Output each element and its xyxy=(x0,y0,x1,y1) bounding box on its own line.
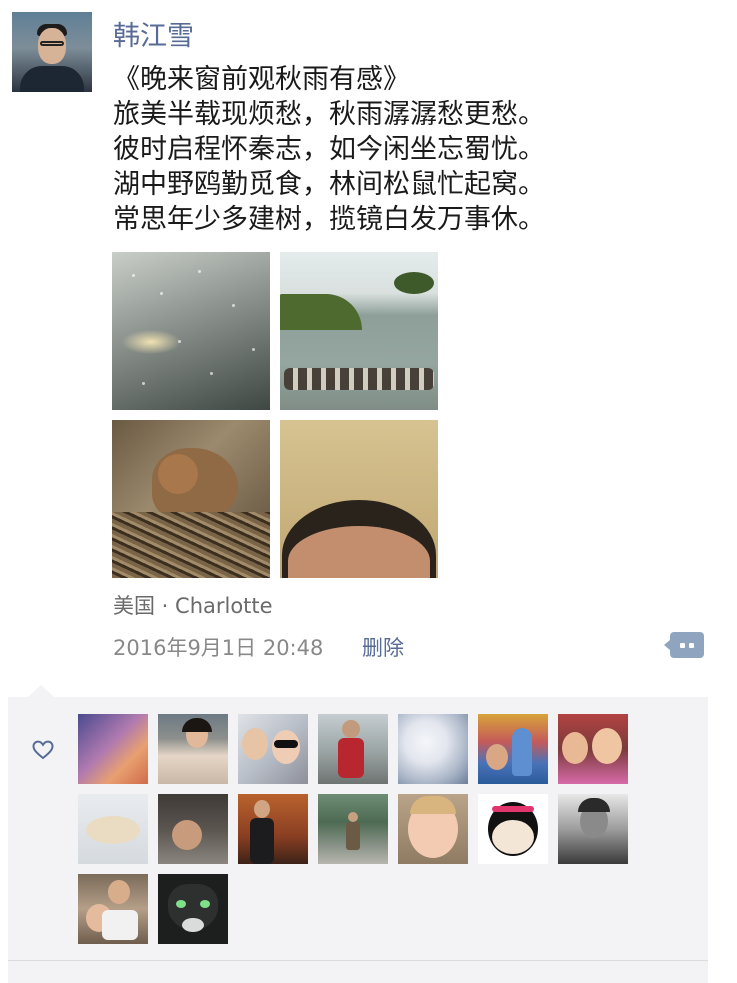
liker-avatar[interactable] xyxy=(478,794,548,864)
poem-line: 湖中野鸥勤觅食，林间松鼠忙起窝。 xyxy=(113,169,545,200)
comment-dots-icon xyxy=(680,643,685,648)
liker-avatar[interactable] xyxy=(238,794,308,864)
liker-avatar[interactable] xyxy=(158,794,228,864)
liker-avatar[interactable] xyxy=(238,714,308,784)
liker-avatar[interactable] xyxy=(158,874,228,944)
poem-line: 彼时启程怀秦志，如今闲坐忘蜀忧。 xyxy=(113,134,545,165)
poster-name[interactable]: 韩江雪 xyxy=(113,14,194,53)
liker-avatar[interactable] xyxy=(78,794,148,864)
liker-avatar[interactable] xyxy=(318,794,388,864)
photo-rainy-window[interactable] xyxy=(112,252,270,410)
poster-avatar[interactable] xyxy=(12,12,92,92)
heart-outline-icon xyxy=(32,740,54,764)
liker-avatar[interactable] xyxy=(318,714,388,784)
liker-avatar[interactable] xyxy=(78,874,148,944)
liker-avatar[interactable] xyxy=(398,794,468,864)
poem-line: 旅美半载现烦愁，秋雨潺潺愁更愁。 xyxy=(113,99,545,130)
post-location[interactable]: 美国 · Charlotte xyxy=(113,590,273,620)
comment-button[interactable] xyxy=(664,632,704,658)
poem-title: 《晚来窗前观秋雨有感》 xyxy=(113,64,410,95)
likes-panel-divider xyxy=(8,960,708,961)
photo-squirrel[interactable] xyxy=(112,420,270,578)
liker-avatar[interactable] xyxy=(558,714,628,784)
liker-avatar[interactable] xyxy=(478,714,548,784)
poem-line: 常思年少多建树，揽镜白发万事休。 xyxy=(113,204,545,235)
post-text: 《晚来窗前观秋雨有感》 旅美半载现烦愁，秋雨潺潺愁更愁。 彼时启程怀秦志，如今闲… xyxy=(113,62,545,237)
liker-avatar[interactable] xyxy=(158,714,228,784)
delete-link[interactable]: 删除 xyxy=(362,632,404,662)
photo-forehead[interactable] xyxy=(280,420,438,578)
liker-avatar[interactable] xyxy=(398,714,468,784)
liker-avatar[interactable] xyxy=(558,794,628,864)
liker-avatar[interactable] xyxy=(78,714,148,784)
photo-lake-geese[interactable] xyxy=(280,252,438,410)
likes-panel-arrow xyxy=(28,685,54,697)
post-timestamp: 2016年9月1日 20:48 xyxy=(113,636,324,660)
